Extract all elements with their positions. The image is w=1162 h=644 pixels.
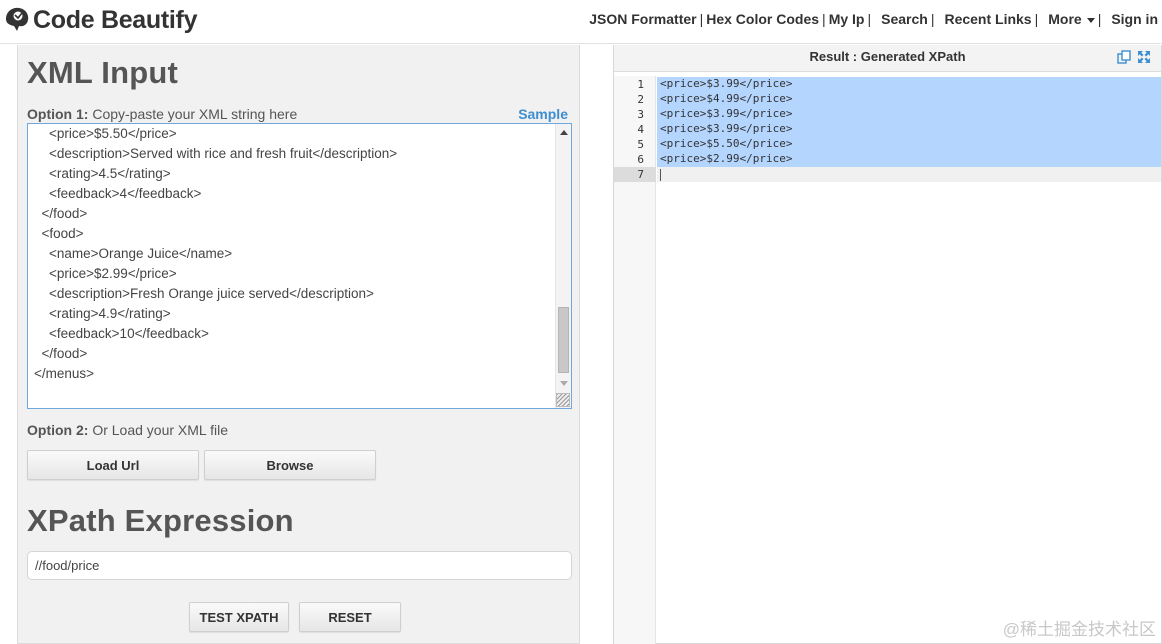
xml-line: <name>Orange Juice</name> <box>34 246 233 261</box>
xml-line: </food> <box>34 206 88 221</box>
xml-line: <rating>4.5</rating> <box>34 166 171 181</box>
option2-bold: Option 2: <box>27 422 89 438</box>
resize-grip-icon[interactable] <box>556 393 570 407</box>
result-panel: Result : Generated XPath 1 2 3 4 5 6 7 <price>… <box>613 45 1162 644</box>
option1-label: Option 1: Copy-paste your XML string her… <box>27 106 297 122</box>
test-xpath-button[interactable]: TEST XPATH <box>189 602 289 632</box>
line-number: 3 <box>637 108 644 121</box>
reset-button[interactable]: RESET <box>299 602 401 632</box>
xml-line: <description>Served with rice and fresh … <box>34 146 398 161</box>
code-line: <price>$5.50</price> <box>660 137 793 150</box>
xpath-expression-title: XPath Expression <box>27 503 294 538</box>
nav-separator: | <box>822 11 826 27</box>
xml-line: <food> <box>34 226 84 241</box>
top-header: Code Beautify JSON Formatter | Hex Color… <box>0 0 1162 44</box>
line-number: 5 <box>637 138 644 151</box>
option1-bold: Option 1: <box>27 106 89 122</box>
watermark: @稀土掘金技术社区 <box>1002 620 1156 639</box>
fullscreen-icon[interactable] <box>1137 50 1151 64</box>
code-line: <price>$3.99</price> <box>660 77 793 90</box>
nav-separator: | <box>1097 11 1102 27</box>
nav-recent-links[interactable]: Recent Links <box>944 11 1031 27</box>
xml-input-textarea[interactable]: <price>$5.50</price> <description>Served… <box>27 123 572 409</box>
scroll-up-icon[interactable] <box>560 130 568 135</box>
xml-line: </menus> <box>34 366 95 381</box>
xml-line: <price>$5.50</price> <box>34 126 177 141</box>
xml-input-title: XML Input <box>27 55 179 90</box>
nav-json-formatter[interactable]: JSON Formatter <box>589 11 696 27</box>
code-line: <price>$3.99</price> <box>660 107 793 120</box>
code-line: <price>$2.99</price> <box>660 152 793 165</box>
result-title: Result : Generated XPath <box>809 49 966 64</box>
input-panel: XML Input Option 1: Copy-paste your XML … <box>17 45 580 644</box>
nav-separator: | <box>930 11 935 27</box>
scroll-down-icon[interactable] <box>560 381 568 386</box>
line-number: 7 <box>637 168 644 181</box>
nav-my-ip[interactable]: My Ip <box>829 11 865 27</box>
xml-input-content: <price>$5.50</price> <description>Served… <box>34 124 397 384</box>
xml-line: <rating>4.9</rating> <box>34 306 171 321</box>
logo-text: Code Beautify <box>33 5 198 34</box>
code-line: <price>$4.99</price> <box>660 92 793 105</box>
xpath-input[interactable]: //food/price <box>27 551 572 580</box>
text-cursor <box>660 169 661 181</box>
nav-search[interactable]: Search <box>881 11 928 27</box>
scroll-thumb[interactable] <box>558 307 569 373</box>
line-number: 6 <box>637 153 644 166</box>
option2-text: Or Load your XML file <box>88 422 228 438</box>
active-line <box>657 167 1161 182</box>
xml-line: </food> <box>34 346 88 361</box>
logo-icon <box>6 7 29 32</box>
xml-line: <feedback>10</feedback> <box>34 326 209 341</box>
nav-more-label: More <box>1048 11 1082 27</box>
load-url-button[interactable]: Load Url <box>27 450 199 480</box>
xml-line: <price>$2.99</price> <box>34 266 177 281</box>
nav-more[interactable]: More <box>1048 11 1095 27</box>
browse-button[interactable]: Browse <box>204 450 376 480</box>
site-logo[interactable]: Code Beautify <box>2 4 197 36</box>
code-line: <price>$3.99</price> <box>660 122 793 135</box>
line-number: 1 <box>637 78 644 91</box>
result-toolbar: Result : Generated XPath <box>614 45 1161 72</box>
nav-hex-color-codes[interactable]: Hex Color Codes <box>706 11 819 27</box>
xml-scrollbar[interactable] <box>555 124 571 408</box>
nav-separator: | <box>1034 11 1039 27</box>
nav-separator: | <box>699 11 704 27</box>
top-nav: JSON Formatter | Hex Color Codes | My Ip… <box>589 11 1158 27</box>
option1-text: Copy-paste your XML string here <box>88 106 298 122</box>
option2-label: Option 2: Or Load your XML file <box>27 422 228 438</box>
copy-icon[interactable] <box>1117 50 1131 64</box>
sample-link[interactable]: Sample <box>518 106 568 122</box>
line-number: 2 <box>637 93 644 106</box>
xml-line: <description>Fresh Orange juice served</… <box>34 286 374 301</box>
chevron-down-icon <box>1086 17 1095 23</box>
xml-line: <feedback>4</feedback> <box>34 186 202 201</box>
nav-sign-in[interactable]: Sign in <box>1111 11 1158 27</box>
nav-separator: | <box>867 11 872 27</box>
line-number: 4 <box>637 123 644 136</box>
